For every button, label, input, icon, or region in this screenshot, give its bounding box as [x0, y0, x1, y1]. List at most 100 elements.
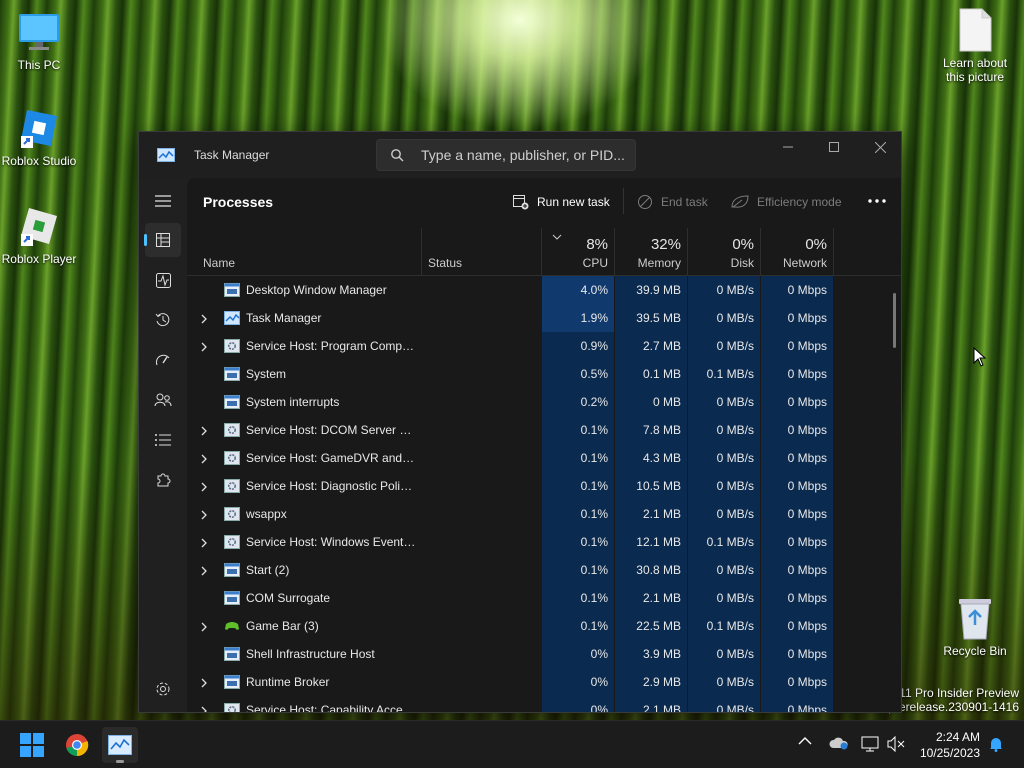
search-box[interactable] — [376, 139, 636, 171]
process-name: Service Host: Diagnostic Polic... — [246, 479, 416, 493]
desktop-icon-recycle-bin[interactable]: Recycle Bin — [933, 596, 1017, 658]
process-row[interactable]: System 0.5% 0.1 MB 0.1 MB/s 0 Mbps — [187, 360, 901, 388]
onedrive-button[interactable] — [829, 736, 849, 753]
process-name: Start (2) — [246, 563, 290, 577]
process-network: 0 Mbps — [761, 388, 833, 416]
nav-settings[interactable] — [145, 672, 181, 706]
chevron-right-icon[interactable] — [201, 313, 207, 327]
column-header-cpu[interactable]: 8% CPU — [542, 228, 615, 276]
taskbar-chrome[interactable] — [59, 727, 95, 763]
column-header-status[interactable]: Status — [422, 228, 542, 276]
clock[interactable]: 2:24 AM 10/25/2023 — [920, 729, 980, 761]
end-task-button[interactable]: End task — [637, 190, 708, 214]
close-button[interactable] — [857, 132, 901, 162]
nav-performance[interactable] — [145, 263, 181, 297]
details-list-icon — [155, 434, 171, 446]
start-button[interactable] — [14, 727, 50, 763]
process-row[interactable]: Task Manager 1.9% 39.5 MB 0 MB/s 0 Mbps — [187, 304, 901, 332]
process-row[interactable]: Shell Infrastructure Host 0% 3.9 MB 0 MB/s 0… — [187, 640, 901, 668]
column-header-name[interactable]: Name — [187, 228, 422, 276]
desktop-icon-this-pc[interactable]: This PC — [0, 10, 81, 72]
column-header-disk[interactable]: 0% Disk — [688, 228, 761, 276]
process-network: 0 Mbps — [761, 332, 833, 360]
hamburger-menu-button[interactable] — [145, 184, 181, 218]
watermark-line1: 11 Pro Insider Preview — [899, 686, 1019, 700]
desktop-icon-learn-about-picture[interactable]: Learn about this picture — [933, 8, 1017, 84]
process-row[interactable]: Desktop Window Manager 4.0% 39.9 MB 0 MB/s 0… — [187, 276, 901, 304]
process-status — [423, 276, 541, 304]
nav-processes[interactable] — [144, 223, 181, 257]
process-network: 0 Mbps — [761, 360, 833, 388]
process-memory: 39.9 MB — [615, 276, 687, 304]
chevron-right-icon[interactable] — [201, 425, 207, 439]
column-header-network[interactable]: 0% Network — [761, 228, 834, 276]
performance-icon — [155, 272, 171, 288]
chevron-right-icon[interactable] — [201, 509, 207, 523]
process-network: 0 Mbps — [761, 276, 833, 304]
column-header-memory[interactable]: 32% Memory — [615, 228, 688, 276]
process-disk: 0 MB/s — [688, 500, 760, 528]
chevron-right-icon[interactable] — [201, 565, 207, 579]
process-row[interactable]: Service Host: Diagnostic Polic... 0.1% 10.… — [187, 472, 901, 500]
chevron-right-icon[interactable] — [201, 705, 207, 712]
gear-service-icon — [224, 507, 240, 521]
scrollbar-thumb[interactable] — [893, 293, 896, 348]
nav-services[interactable] — [145, 463, 181, 497]
process-cpu: 0% — [542, 640, 614, 668]
desktop-icon-roblox-studio[interactable]: Roblox Studio — [0, 106, 81, 168]
process-cpu: 4.0% — [542, 276, 614, 304]
gear-service-icon — [224, 423, 240, 437]
process-name: System — [246, 367, 287, 381]
run-new-task-button[interactable]: Run new task — [513, 190, 610, 214]
notifications-button[interactable] — [989, 736, 1003, 755]
roblox-studio-icon — [17, 106, 61, 150]
start-icon — [20, 733, 44, 757]
app-window-icon — [224, 675, 240, 689]
process-row[interactable]: wsappx 0.1% 2.1 MB 0 MB/s 0 Mbps — [187, 500, 901, 528]
network-button[interactable] — [861, 736, 879, 755]
process-status — [423, 472, 541, 500]
efficiency-mode-button[interactable]: Efficiency mode — [731, 190, 842, 214]
process-row[interactable]: System interrupts 0.2% 0 MB 0 MB/s 0 Mbps — [187, 388, 901, 416]
app-window-icon — [224, 283, 240, 297]
nav-startup-apps[interactable] — [145, 343, 181, 377]
process-row[interactable]: Start (2) 0.1% 30.8 MB 0 MB/s 0 Mbps — [187, 556, 901, 584]
nav-details[interactable] — [145, 423, 181, 457]
process-row[interactable]: Service Host: DCOM Server Pr... 0.1% 7.8 M… — [187, 416, 901, 444]
volume-button[interactable] — [887, 735, 905, 755]
chevron-right-icon[interactable] — [201, 621, 207, 635]
show-hidden-icons-button[interactable] — [798, 735, 812, 749]
title-bar[interactable]: Task Manager — [139, 132, 901, 178]
gear-service-icon — [224, 339, 240, 353]
process-row[interactable]: Service Host: Capability Acces... 0% 2.1 M… — [187, 696, 901, 712]
maximize-button[interactable] — [811, 132, 857, 162]
process-row[interactable]: Service Host: Windows Event ... 0.1% 12.1 … — [187, 528, 901, 556]
chevron-right-icon[interactable] — [201, 481, 207, 495]
nav-app-history[interactable] — [145, 303, 181, 337]
minimize-button[interactable] — [765, 132, 811, 162]
process-row[interactable]: Service Host: Program Compa... 0.9% 2.7 MB… — [187, 332, 901, 360]
process-memory: 2.7 MB — [615, 332, 687, 360]
nav-users[interactable] — [145, 383, 181, 417]
process-cpu: 0% — [542, 696, 614, 712]
process-name: COM Surrogate — [246, 591, 331, 605]
process-network: 0 Mbps — [761, 668, 833, 696]
process-name: Service Host: Windows Event ... — [246, 535, 416, 549]
task-manager-icon — [108, 735, 132, 755]
process-row[interactable]: COM Surrogate 0.1% 2.1 MB 0 MB/s 0 Mbps — [187, 584, 901, 612]
more-options-button[interactable] — [862, 188, 892, 214]
desktop-icon-roblox-player[interactable]: Roblox Player — [0, 204, 81, 266]
process-row[interactable]: Runtime Broker 0% 2.9 MB 0 MB/s 0 Mbps — [187, 668, 901, 696]
chevron-right-icon[interactable] — [201, 537, 207, 551]
chevron-right-icon[interactable] — [201, 341, 207, 355]
search-input[interactable] — [421, 140, 631, 170]
chevron-right-icon[interactable] — [201, 453, 207, 467]
gear-service-icon — [224, 535, 240, 549]
chevron-right-icon[interactable] — [201, 677, 207, 691]
process-row[interactable]: Game Bar (3) 0.1% 22.5 MB 0.1 MB/s 0 Mbps — [187, 612, 901, 640]
process-memory: 39.5 MB — [615, 304, 687, 332]
close-icon — [874, 141, 886, 153]
taskbar-task-manager[interactable] — [102, 727, 138, 763]
process-row[interactable]: Service Host: GameDVR and B... 0.1% 4.3 MB… — [187, 444, 901, 472]
taskbar: 2:24 AM 10/25/2023 — [0, 720, 1024, 768]
